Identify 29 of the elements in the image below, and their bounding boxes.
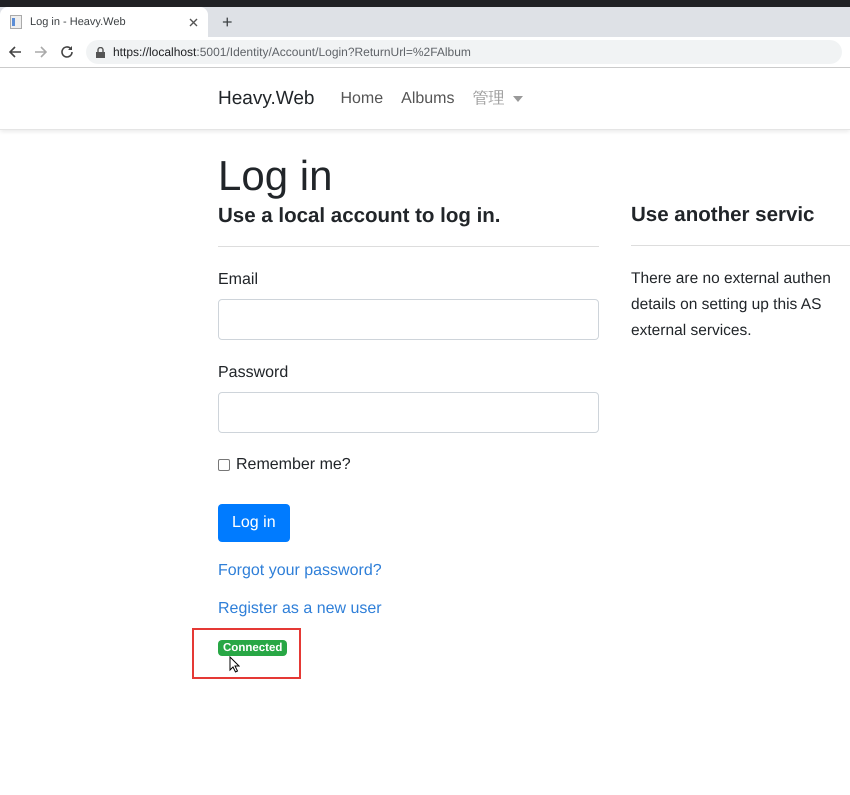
- brand-link[interactable]: Heavy.Web: [218, 88, 314, 110]
- login-button[interactable]: Log in: [218, 504, 290, 542]
- url-text: https://localhost:5001/Identity/Account/Login?ReturnUrl=%2FAlbum: [113, 45, 471, 59]
- status-badge: Connected: [218, 640, 288, 656]
- forward-icon[interactable]: [34, 46, 48, 58]
- lock-icon: [96, 46, 105, 58]
- back-icon[interactable]: [8, 46, 22, 58]
- close-icon[interactable]: [189, 18, 198, 26]
- nav-link[interactable]: Albums: [401, 88, 454, 109]
- nav-link[interactable]: Home: [340, 88, 384, 109]
- field-label: Password: [218, 364, 290, 382]
- page-title: Log in: [218, 152, 334, 200]
- section-heading: Use another servic: [631, 203, 850, 246]
- input-field[interactable]: [218, 299, 599, 340]
- page-icon: [10, 15, 22, 29]
- text-link[interactable]: Forgot your password?: [218, 562, 382, 580]
- field-label: Email: [218, 271, 260, 289]
- checkbox-label: Remember me?: [236, 456, 351, 474]
- new-tab-button[interactable]: +: [222, 12, 233, 32]
- section-heading: Use a local account to log in.: [218, 204, 599, 247]
- browser-tab[interactable]: Log in - Heavy.Web: [0, 7, 208, 37]
- address-bar[interactable]: https://localhost:5001/Identity/Account/Login?ReturnUrl=%2FAlbum: [86, 40, 842, 64]
- reload-icon[interactable]: [60, 45, 74, 59]
- checkbox[interactable]: [218, 459, 230, 471]
- input-field[interactable]: [218, 392, 599, 433]
- caret-icon: [512, 96, 522, 102]
- cursor-icon: [229, 656, 240, 673]
- text-link[interactable]: Register as a new user: [218, 600, 382, 618]
- info-paragraph: There are no external authen details on setting up this AS external services.: [631, 269, 832, 341]
